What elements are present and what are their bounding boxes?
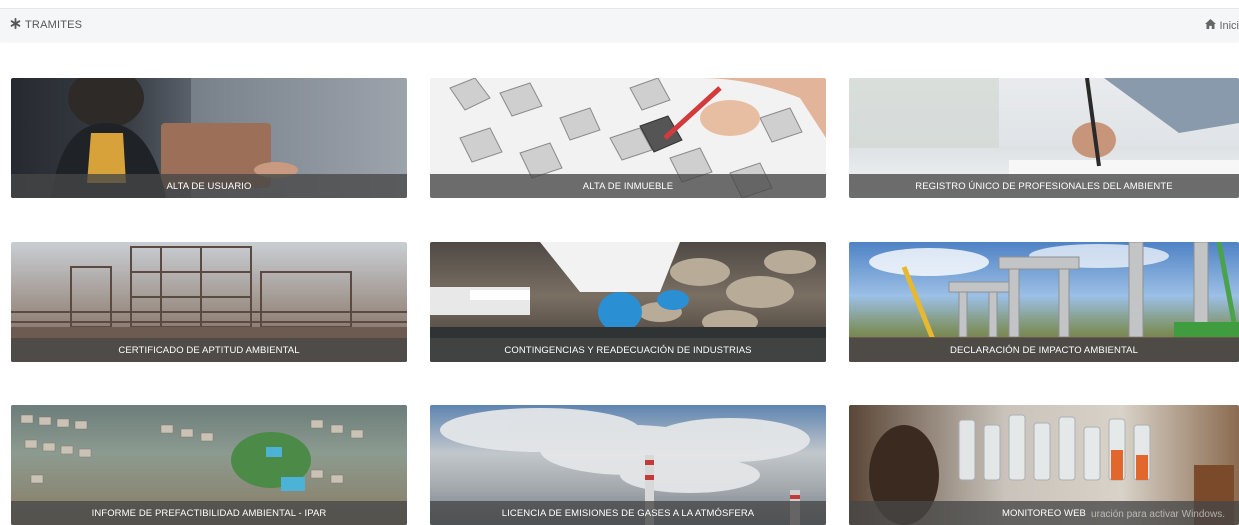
tramite-card-informe-prefactibilidad[interactable]: INFORME DE PREFACTIBILIDAD AMBIENTAL - I… [11,405,407,525]
page-title-text: TRAMITES [25,19,83,31]
tramite-card-licencia-emisiones[interactable]: LICENCIA DE EMISIONES DE GASES A LA ATMÓ… [430,405,826,525]
card-caption: REGISTRO ÚNICO DE PROFESIONALES DEL AMBI… [849,174,1239,198]
windows-activation-watermark: uración para activar Windows. [1091,509,1225,520]
card-caption: ALTA DE INMUEBLE [430,174,826,198]
card-caption: LICENCIA DE EMISIONES DE GASES A LA ATMÓ… [430,501,826,525]
page-title: TRAMITES [10,18,82,32]
tramite-card-alta-inmueble[interactable]: ALTA DE INMUEBLE [430,78,826,198]
home-link-label: Inici [1219,19,1239,32]
tramite-card-alta-usuario[interactable]: ALTA DE USUARIO [11,78,407,198]
home-breadcrumb-link[interactable]: Inici [1205,19,1239,32]
tramite-card-contingencias[interactable]: CONTINGENCIAS Y READECUACIÓN DE INDUSTRI… [430,242,826,362]
tramite-card-monitoreo-web[interactable]: MONITOREO WEB uración para activar Windo… [849,405,1239,525]
card-caption: CONTINGENCIAS Y READECUACIÓN DE INDUSTRI… [430,338,826,362]
card-caption: ALTA DE USUARIO [11,174,407,198]
tramite-card-certificado-aptitud[interactable]: CERTIFICADO DE APTITUD AMBIENTAL [11,242,407,362]
home-icon [1205,19,1217,32]
tramite-card-declaracion-impacto[interactable]: DECLARACIÓN DE IMPACTO AMBIENTAL [849,242,1239,362]
asterisk-icon [10,18,21,32]
page-header: TRAMITES Inici [0,8,1239,41]
tramite-card-registro-profesionales[interactable]: REGISTRO ÚNICO DE PROFESIONALES DEL AMBI… [849,78,1239,198]
card-caption: DECLARACIÓN DE IMPACTO AMBIENTAL [849,338,1239,362]
card-caption: INFORME DE PREFACTIBILIDAD AMBIENTAL - I… [11,501,407,525]
card-caption: CERTIFICADO DE APTITUD AMBIENTAL [11,338,407,362]
